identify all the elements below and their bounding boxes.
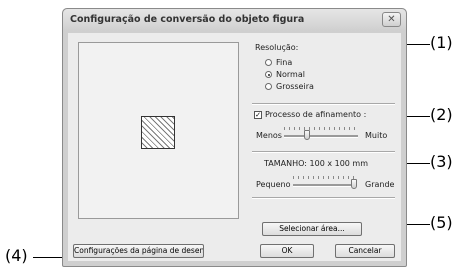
size-max-label: Grande [365,180,395,189]
radio-button [265,59,272,66]
dialog-title: Configuração de conversão do objeto figu… [70,14,305,25]
radio-option-normal[interactable]: Normal [265,70,365,81]
title-bar: Configuração de conversão do objeto figu… [63,9,406,31]
select-area-button[interactable]: Selecionar área... [262,222,362,236]
refinement-max-label: Muito [365,131,388,140]
image-preview [78,42,239,219]
size-min-label: Pequeno [256,180,291,189]
size-slider[interactable] [293,176,357,190]
close-icon: ✕ [387,14,396,25]
refinement-checkbox[interactable]: ✓ Processo de afinamento : [254,110,379,121]
callout-3: (3) [430,152,453,171]
slider-track [284,135,358,138]
refinement-min-label: Menos [256,131,282,140]
close-button[interactable]: ✕ [382,12,401,27]
callout-4: (4) [5,246,28,265]
slider-ticks [293,176,357,179]
cancel-button[interactable]: Cancelar [335,244,395,258]
radio-button [265,83,272,90]
callout-1: (1) [430,33,453,52]
refinement-slider[interactable] [284,127,358,141]
callout-5: (5) [430,213,453,232]
page-settings-button[interactable]: Configurações da página de desenho... [73,244,204,258]
radio-option-grosseira[interactable]: Grosseira [265,82,365,93]
radio-label-normal: Normal [276,70,305,79]
hatched-square-icon [141,116,175,149]
resolution-label: Resolução: [255,43,299,52]
callout-2: (2) [430,105,453,124]
conversion-settings-dialog: Configuração de conversão do objeto figu… [62,8,407,267]
radio-button-selected [265,71,272,78]
radio-label-fina: Fina [276,58,293,67]
radio-label-grosseira: Grosseira [276,82,314,91]
separator [252,197,395,199]
slider-ticks [284,127,358,130]
radio-option-fina[interactable]: Fina [265,58,365,69]
slider-thumb[interactable] [351,179,357,189]
refinement-label: Processo de afinamento : [265,110,367,119]
size-readout: TAMANHO: 100 x 100 mm [264,159,368,168]
dialog-body: Resolução: Fina Normal Grosseira ✓ Proce… [68,33,401,261]
checkmark-icon: ✓ [255,111,261,119]
ok-button[interactable]: OK [260,244,314,258]
checkbox-box: ✓ [254,111,262,119]
slider-track [293,184,357,187]
separator [252,103,395,105]
slider-thumb[interactable] [304,130,310,140]
separator [252,151,395,153]
